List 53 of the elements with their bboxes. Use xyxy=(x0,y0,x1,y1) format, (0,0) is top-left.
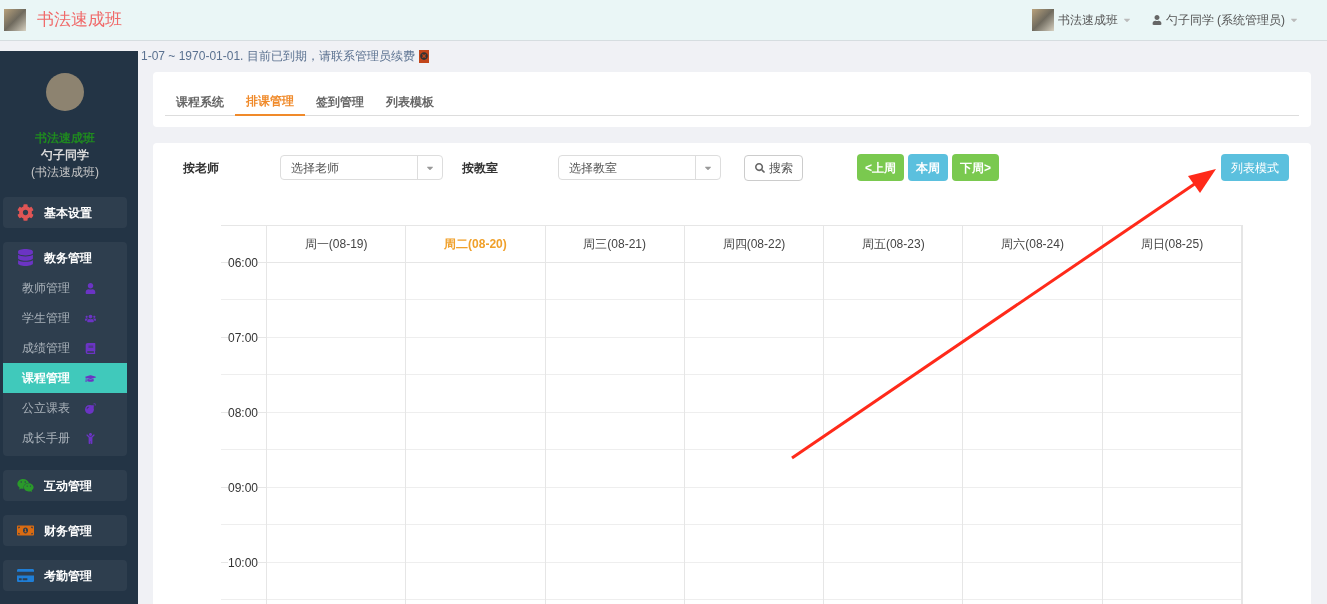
graduation-cap-icon xyxy=(85,372,96,384)
search-button[interactable]: 搜索 xyxy=(744,154,803,181)
school-photo xyxy=(1031,9,1054,31)
school-name: 书法速成班 xyxy=(34,130,96,147)
expiry-notice: 1-07 ~ 1970-01-01. 目前已到期，请联系管理员续费 xyxy=(141,48,415,65)
user-name: 勺子同学 xyxy=(40,147,90,164)
logo-photo xyxy=(4,9,26,31)
avatar xyxy=(46,73,84,111)
submenu-item[interactable]: 学生管理 xyxy=(3,303,127,333)
close-icon[interactable] xyxy=(418,49,429,63)
gear-icon xyxy=(17,204,34,221)
database-icon xyxy=(17,249,34,266)
tab[interactable]: 签到管理 xyxy=(305,87,375,116)
brand-title: 书法速成班 xyxy=(37,9,122,32)
menu-title[interactable]: 教务管理 xyxy=(44,248,92,267)
menu-title[interactable]: 互动管理 xyxy=(44,476,92,495)
day-header: 周二(08-20) xyxy=(406,226,545,263)
menu-item[interactable]: 财务管理 xyxy=(3,515,127,546)
school-menu[interactable]: 书法速成班 xyxy=(1027,5,1136,35)
users-icon xyxy=(85,312,96,324)
menu-title[interactable]: 财务管理 xyxy=(44,521,92,540)
book-icon xyxy=(85,342,96,354)
day-header: 周五(08-23) xyxy=(824,226,963,263)
chat-bubbles-icon xyxy=(17,477,34,494)
day-header: 周四(08-22) xyxy=(684,226,824,263)
tab[interactable]: 课程系统 xyxy=(165,87,235,116)
select-field[interactable]: 选择教室 xyxy=(558,155,721,180)
menu-item[interactable]: 考勤管理 xyxy=(3,560,127,591)
user-icon xyxy=(1151,15,1162,25)
user-menu[interactable]: 勺子同学 (系统管理员) xyxy=(1147,7,1303,33)
filter-label: 按教室 xyxy=(462,159,499,177)
filter-label: 按老师 xyxy=(183,159,220,177)
search-icon xyxy=(754,162,765,173)
menu-item[interactable]: 互动管理 xyxy=(3,470,127,501)
day-header: 周三(08-21) xyxy=(545,226,684,263)
menu-title[interactable]: 考勤管理 xyxy=(44,566,92,585)
day-header: 周日(08-25) xyxy=(1102,226,1241,263)
submenu-item[interactable]: 成绩管理 xyxy=(3,333,127,363)
submenu-item[interactable]: 教师管理 xyxy=(3,273,127,303)
day-header: 周六(08-24) xyxy=(963,226,1102,263)
org-name: (书法速成班) xyxy=(30,164,100,181)
user-icon xyxy=(85,282,96,294)
tab[interactable]: 列表模板 xyxy=(375,87,445,116)
menu-item[interactable]: 基本设置 xyxy=(3,197,127,228)
card-icon xyxy=(17,567,34,584)
child-icon xyxy=(85,432,96,444)
bomb-icon xyxy=(85,402,96,414)
menu-title[interactable]: 基本设置 xyxy=(44,203,92,222)
day-header: 周一(08-19) xyxy=(267,226,406,263)
select-field[interactable]: 选择老师 xyxy=(280,155,443,180)
submenu-item[interactable]: 成长手册 xyxy=(3,423,127,453)
submenu-item[interactable]: 公立课表 xyxy=(3,393,127,423)
banknote-icon xyxy=(17,522,34,539)
